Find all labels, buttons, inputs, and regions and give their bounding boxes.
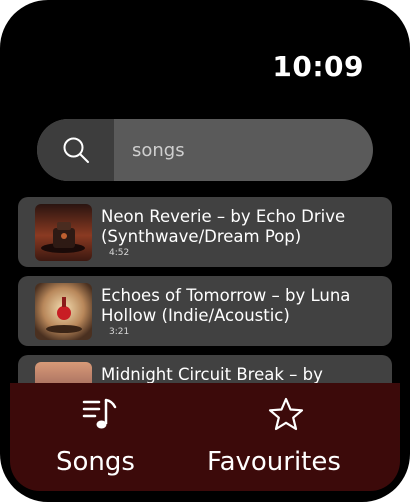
tab-favourites-label: Favourites bbox=[207, 447, 341, 477]
search-input[interactable] bbox=[114, 119, 373, 181]
search-button[interactable] bbox=[37, 119, 114, 181]
song-item[interactable]: Neon Reverie – by Echo Drive (Synthwave/… bbox=[18, 197, 392, 267]
tab-songs-label: Songs bbox=[56, 447, 135, 477]
tab-songs[interactable]: Songs bbox=[46, 383, 152, 491]
search-bar[interactable] bbox=[37, 119, 373, 181]
status-time: 10:09 bbox=[272, 50, 364, 83]
album-art bbox=[35, 204, 92, 261]
star-icon bbox=[268, 397, 304, 431]
song-title: Echoes of Tomorrow – by Luna Hollow (Ind… bbox=[101, 286, 351, 325]
album-art bbox=[35, 283, 92, 340]
music-note-list-icon bbox=[82, 398, 117, 429]
search-icon bbox=[63, 137, 89, 163]
song-duration: 3:21 bbox=[109, 327, 130, 337]
tab-bar: Songs Favourites bbox=[10, 383, 400, 491]
tab-favourites[interactable]: Favourites bbox=[200, 383, 370, 491]
song-title: Midnight Circuit Break – by bbox=[101, 365, 323, 384]
song-title: Neon Reverie – by Echo Drive (Synthwave/… bbox=[101, 207, 346, 246]
watch-screen: 10:09 songs Neon Reverie – by Echo Drive… bbox=[0, 0, 410, 502]
song-item[interactable]: Echoes of Tomorrow – by Luna Hollow (Ind… bbox=[18, 276, 392, 346]
song-duration: 4:52 bbox=[109, 248, 130, 258]
